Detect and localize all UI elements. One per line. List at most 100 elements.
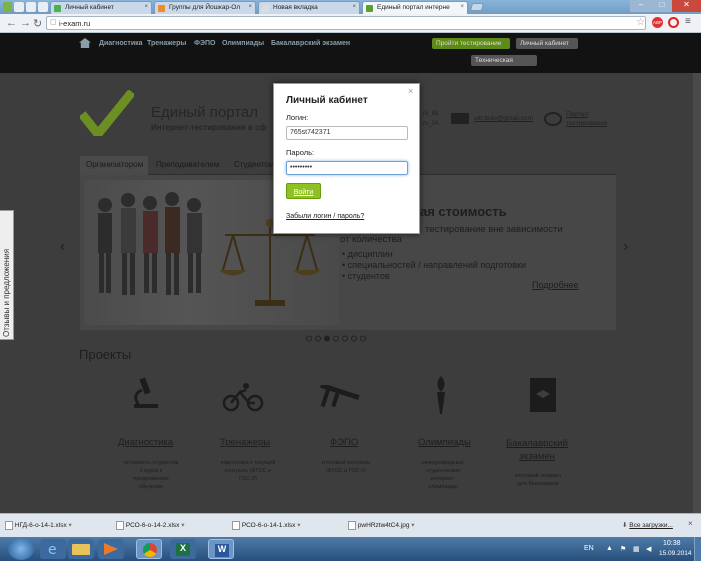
project-diagnostics-link[interactable]: Диагностика xyxy=(118,437,173,448)
clock-date[interactable]: 15.09.2014 xyxy=(659,550,692,557)
tray-arrow-icon[interactable]: ▲ xyxy=(606,545,613,552)
back-icon[interactable]: ← xyxy=(6,17,17,29)
adblock-icon[interactable]: ABP xyxy=(652,17,663,28)
page-scrollbar[interactable] xyxy=(693,73,701,513)
tab-close-icon[interactable]: × xyxy=(352,4,356,10)
login-input[interactable]: 765st742371 xyxy=(286,126,408,140)
password-input[interactable]: ••••••••• xyxy=(286,161,408,175)
tab-close-icon[interactable]: × xyxy=(460,4,464,10)
opera-icon[interactable] xyxy=(668,17,679,28)
tray-flag-icon[interactable]: ⚑ xyxy=(620,545,626,553)
all-downloads-link[interactable]: ⬇ Все загрузки... xyxy=(622,518,673,532)
check-icon xyxy=(366,5,373,12)
people-group-icon xyxy=(90,185,210,305)
tray-network-icon[interactable]: ▦ xyxy=(633,545,640,553)
pinned-tab-2[interactable] xyxy=(26,2,36,12)
portal-title: Единый портал xyxy=(151,104,259,121)
clock-time[interactable]: 10:38 xyxy=(663,540,681,547)
tech-support-button[interactable]: Техническая xyxy=(471,55,537,66)
modal-close-icon[interactable]: × xyxy=(408,86,413,96)
chevron-down-icon[interactable]: ▾ xyxy=(181,522,184,529)
download-item[interactable]: pwHRztw4tC4.jpg ▾ xyxy=(348,518,453,532)
menu-olympiads[interactable]: Олимпиады xyxy=(222,40,264,47)
new-tab-button[interactable] xyxy=(469,3,485,11)
pinned-tab[interactable] xyxy=(14,2,24,12)
project-desc: итоговый экзамен для бакалавров xyxy=(515,473,561,487)
download-item[interactable]: РСО-6-о-14-2.xlsx ▾ xyxy=(116,518,221,532)
tray-volume-icon[interactable]: ◀ xyxy=(646,545,651,553)
slider-next-icon[interactable]: › xyxy=(623,238,628,256)
menu-bachelor[interactable]: Бакалаврский экзамен xyxy=(271,40,350,47)
bookmark-star-icon[interactable]: ☆ xyxy=(636,17,645,28)
page-info-icon: ▢ xyxy=(50,19,57,26)
explorer-icon[interactable] xyxy=(68,539,94,559)
logo-check-icon xyxy=(78,89,136,142)
slider-prev-icon[interactable]: ‹ xyxy=(60,238,65,256)
header-email[interactable]: ukr.bulo@gmail.com xyxy=(474,115,533,122)
reload-icon[interactable]: ↻ xyxy=(33,17,42,30)
feedback-side-tab[interactable]: Отзывы и предложения xyxy=(0,210,14,340)
menu-icon[interactable]: ≡ xyxy=(685,17,691,27)
caliper-icon xyxy=(318,382,362,417)
banner-heading: ая стоимость xyxy=(420,204,507,219)
login-submit-button[interactable]: Войти xyxy=(286,183,321,199)
password-label: Пароль: xyxy=(286,148,315,157)
subtab-organizer[interactable]: Организатором xyxy=(80,156,148,175)
tab-groups[interactable]: Группы для Йошкар-Ол × xyxy=(154,1,256,14)
tab-close-icon[interactable]: × xyxy=(144,4,148,10)
cyclist-icon xyxy=(222,382,264,412)
project-fepo-link[interactable]: ФЭПО xyxy=(330,437,358,448)
project-trainers-link[interactable]: Тренажеры xyxy=(220,437,270,448)
language-indicator[interactable]: EN xyxy=(584,545,594,552)
file-icon xyxy=(5,521,13,530)
menu-trainers[interactable]: Тренажеры xyxy=(147,40,186,47)
menu-diagnostics[interactable]: Диагностика xyxy=(99,40,143,47)
word-icon[interactable]: W xyxy=(208,539,234,559)
forward-icon[interactable]: → xyxy=(20,17,31,29)
chevron-down-icon[interactable]: ▾ xyxy=(69,522,72,529)
tab-cabinet[interactable]: Личный кабинет × xyxy=(50,1,152,14)
subtab-teacher[interactable]: Преподавателем xyxy=(156,160,219,169)
subtab-student[interactable]: Студентом xyxy=(234,160,274,169)
mail-icon xyxy=(451,113,469,124)
project-olympiads-link[interactable]: Олимпиады xyxy=(418,437,471,448)
media-player-icon[interactable] xyxy=(98,539,124,559)
project-desc: готовность студентов 1 курса к продолжен… xyxy=(123,460,179,490)
menu-fepo[interactable]: ФЭПО xyxy=(194,40,215,47)
book-graduate-icon xyxy=(528,376,558,414)
modal-title: Личный кабинет xyxy=(286,95,368,106)
maximize-button[interactable]: □ xyxy=(652,0,672,12)
login-label: Логин: xyxy=(286,113,309,122)
banner-bullet: • дисциплин • специальностей / направлен… xyxy=(342,249,527,281)
login-modal: × Личный кабинет Логин: 765st742371 Паро… xyxy=(273,83,420,234)
download-item[interactable]: РСО-6-о-14-1.xlsx ▾ xyxy=(232,518,337,532)
start-button[interactable] xyxy=(8,538,34,560)
show-desktop-button[interactable] xyxy=(694,537,701,561)
pinned-tab-3[interactable] xyxy=(38,2,48,12)
chrome-icon[interactable] xyxy=(136,539,162,559)
project-bachelor-link[interactable]: Бакалаврский экзамен xyxy=(502,437,572,463)
minimize-button[interactable]: – xyxy=(630,0,652,12)
chevron-down-icon[interactable]: ▾ xyxy=(297,522,300,529)
tab-close-icon[interactable]: × xyxy=(248,4,252,10)
chevron-down-icon[interactable]: ▾ xyxy=(411,522,414,529)
excel-icon[interactable]: X xyxy=(170,539,196,559)
close-window-button[interactable]: ✕ xyxy=(672,0,701,12)
portal-people-icon xyxy=(544,112,562,126)
address-bar[interactable]: ▢ i-exam.ru xyxy=(46,16,646,30)
projects-title: Проекты xyxy=(79,347,132,362)
banner-more-link[interactable]: Подробнее xyxy=(532,280,579,290)
tab-portal[interactable]: Единый портал интерне × xyxy=(362,1,468,14)
file-icon xyxy=(232,521,240,530)
download-item[interactable]: НГД-6-о-14-1.xlsx ▾ xyxy=(5,518,110,532)
take-test-button[interactable]: Пройти тестирование xyxy=(432,38,510,49)
favicon-v[interactable] xyxy=(3,2,12,12)
cabinet-button[interactable]: Личный кабинет xyxy=(516,38,578,49)
downloads-close-icon[interactable]: × xyxy=(688,519,693,528)
phone-b: ru_24 xyxy=(423,121,439,127)
portal-link[interactable]: Портал тестирования xyxy=(566,110,612,128)
forgot-link[interactable]: Забыли логин / пароль? xyxy=(286,213,364,220)
project-desc: международные студенческие интернет-олим… xyxy=(422,460,464,490)
ie-icon[interactable]: e xyxy=(40,539,66,559)
tab-new[interactable]: Новая вкладка × xyxy=(258,1,360,14)
